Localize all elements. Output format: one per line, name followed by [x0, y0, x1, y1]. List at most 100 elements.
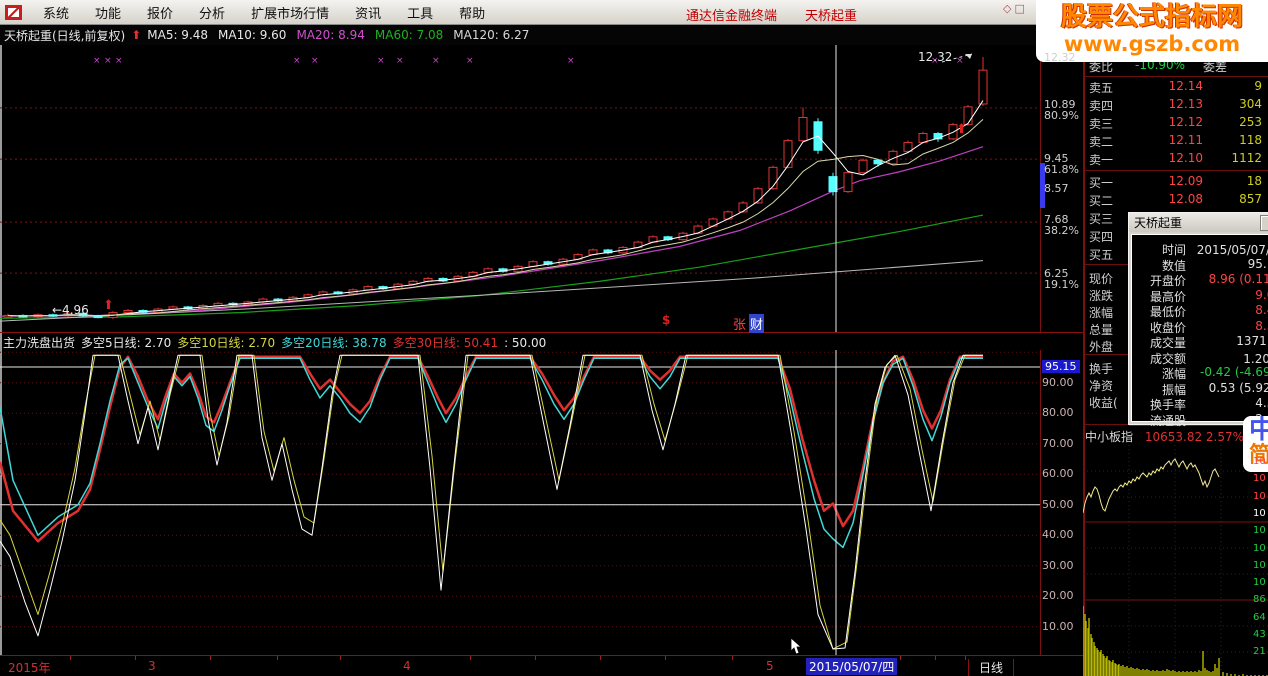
- menu-item-系统[interactable]: 系统: [30, 0, 82, 25]
- candlestick-canvas[interactable]: × × × × × × × × × × × ×: [0, 45, 1040, 332]
- indicator-axis-label: 10.00: [1042, 619, 1074, 633]
- menu-item-功能[interactable]: 功能: [82, 0, 134, 25]
- timeline-label[interactable]: 2015年: [8, 659, 51, 676]
- ma-label: MA10: 9.60: [218, 28, 287, 42]
- indicator-header-segment: : 50.00: [504, 336, 547, 350]
- quote-row-卖一[interactable]: 卖一 12.10 1112: [1085, 151, 1268, 168]
- popup-row-时间: 时间 2015/05/07/四: [1132, 241, 1268, 257]
- index-name[interactable]: 中小板指: [1085, 430, 1133, 444]
- indicator-axis-label: 90.00: [1042, 375, 1074, 389]
- tdx-terminal-window: 系统 功能 报价 分析 扩展市场行情 资讯 工具 帮助 通达信金融终端 天桥起重 天桥起重(日…: [0, 0, 1268, 676]
- indicator-axis-label: 70.00: [1042, 436, 1074, 450]
- popup-close-button[interactable]: [1260, 215, 1268, 231]
- mini-chart-header[interactable]: 中小板指 10653.82 2.57%: [1085, 428, 1244, 445]
- indicator-canvas[interactable]: [0, 350, 1040, 655]
- mini-axis-label: 10: [1253, 559, 1266, 571]
- timeline-label[interactable]: 3: [148, 659, 156, 673]
- mini-axis-label: 21: [1253, 646, 1266, 658]
- menu-item-扩展市场行情[interactable]: 扩展市场行情: [238, 0, 342, 25]
- stock-info-popup[interactable]: 天桥起重 时间 2015/05/07/四数值 95.15 开盘价 8.96 (0.11%…: [1128, 212, 1268, 428]
- mini-axis-label: 10: [1253, 456, 1266, 467]
- popup-row-value: 137111: [1236, 334, 1268, 348]
- quote-row-卖三[interactable]: 卖三 12.12 253: [1085, 115, 1268, 132]
- popup-row-value: 9.07: [1255, 287, 1268, 302]
- timeline-label[interactable]: 4: [403, 659, 411, 673]
- quote-row-卖二[interactable]: 卖二 12.11 118: [1085, 133, 1268, 150]
- indicator-chart[interactable]: [0, 350, 1041, 655]
- popup-row-换手率: 换手率 4.55: [1132, 396, 1268, 412]
- mini-index-chart[interactable]: [1083, 445, 1268, 676]
- menu-item-报价[interactable]: 报价: [134, 0, 186, 25]
- svg-text:×: ×: [293, 56, 301, 66]
- popup-row-数值: 数值 95.15: [1132, 257, 1268, 273]
- svg-text:×: ×: [466, 56, 474, 66]
- quote-row-volume: 18: [1246, 174, 1262, 188]
- quote-row-卖四[interactable]: 卖四 12.13 304: [1085, 97, 1268, 114]
- svg-text:×: ×: [104, 56, 112, 66]
- popup-row-value: 2015/05/07/四: [1196, 243, 1268, 257]
- popup-row-value: 4.55: [1255, 396, 1268, 410]
- menu-item-分析[interactable]: 分析: [186, 0, 238, 25]
- indicator-axis-label: 20.00: [1042, 589, 1074, 603]
- popup-row-value: 8.96 (0.11%: [1208, 272, 1268, 286]
- chart-annotation: ⬆: [956, 122, 967, 137]
- quote-row-卖五[interactable]: 卖五 12.14 9: [1085, 79, 1268, 96]
- timeline-tick: [935, 656, 936, 660]
- watermark-title: 股票公式指标网: [1060, 2, 1243, 32]
- popup-row-label: 最高价: [1149, 289, 1186, 304]
- menu-item-工具[interactable]: 工具: [394, 0, 446, 25]
- quote-row-price: 12.09: [1168, 174, 1203, 188]
- indicator-header-segment: 多空10日线: 2.70: [177, 336, 276, 350]
- popup-row-涨幅: 涨幅 -0.42 (-4.69%: [1132, 365, 1268, 381]
- mini-axis-label: 86: [1253, 594, 1266, 606]
- popup-row-label: 成交量: [1149, 336, 1186, 350]
- quote-row-price: 12.13: [1168, 97, 1203, 111]
- chart-annotation: ←4.96: [52, 303, 89, 317]
- side-watermark-char1: 中: [1249, 416, 1268, 445]
- timeline-tick: [210, 656, 211, 660]
- timeline-bar[interactable]: 2015年 3 4 5 2015/05/07/四 日线: [0, 655, 1083, 676]
- popup-row-label: 涨幅: [1161, 367, 1186, 381]
- mini-axis-label: 10: [1253, 525, 1266, 537]
- timeline-label[interactable]: 5: [766, 659, 774, 673]
- svg-text:×: ×: [311, 56, 319, 66]
- chart-annotation: $: [662, 313, 671, 327]
- timeline-tick: [277, 656, 278, 660]
- period-selector[interactable]: 日线: [968, 659, 1015, 676]
- quote-row-volume: 253: [1239, 115, 1262, 129]
- chart-annotation: ⬆: [103, 298, 114, 313]
- popup-body: 时间 2015/05/07/四数值 95.15 开盘价 8.96 (0.11% 最高价 9.…: [1131, 234, 1268, 428]
- info-row-label: 总量: [1089, 323, 1114, 337]
- quote-row-label: 卖一: [1089, 153, 1114, 167]
- price-axis-label: 12.32: [1044, 51, 1076, 64]
- menu-item-帮助[interactable]: 帮助: [446, 0, 498, 25]
- indicator-header-segment: 多空5日线: 2.70: [81, 336, 172, 350]
- timeline-tick: [470, 656, 471, 660]
- info-row-label: 收益(: [1089, 396, 1118, 410]
- quote-row-label: 买四: [1089, 230, 1114, 244]
- mini-axis-label: 10: [1253, 490, 1266, 502]
- popup-row-最高价: 最高价 9.07: [1132, 288, 1268, 304]
- popup-title-bar[interactable]: 天桥起重: [1129, 213, 1268, 232]
- quote-row-label: 买三: [1089, 212, 1114, 226]
- quote-row-price: 12.10: [1168, 151, 1203, 165]
- candlestick-chart[interactable]: × × × × × × × × × × × ×: [0, 45, 1041, 332]
- svg-text:×: ×: [396, 56, 404, 66]
- quote-row-volume: 118: [1239, 133, 1262, 147]
- popup-row-label: 振幅: [1161, 382, 1186, 397]
- ma-label: MA60: 7.08: [374, 28, 444, 42]
- timeline-tick: [665, 656, 666, 660]
- timeline-tick: [135, 656, 136, 660]
- pane-divider[interactable]: [0, 332, 1083, 333]
- popup-row-value: 95.15: [1247, 256, 1268, 271]
- popup-row-最低价: 最低价 8.43: [1132, 303, 1268, 319]
- quote-row-买二[interactable]: 买二 12.08 857: [1085, 192, 1268, 209]
- svg-text:×: ×: [115, 56, 123, 66]
- mini-axis-label: 10: [1253, 577, 1266, 589]
- index-value: 10653.82 2.57%: [1144, 430, 1245, 444]
- indicator-axis-label: 40.00: [1042, 528, 1074, 542]
- timeline-tick: [70, 656, 71, 660]
- quote-row-买一[interactable]: 买一 12.09 18: [1085, 174, 1268, 191]
- menu-item-资讯[interactable]: 资讯: [342, 0, 394, 25]
- pane-corner-icons[interactable]: ◇□: [1003, 2, 1028, 15]
